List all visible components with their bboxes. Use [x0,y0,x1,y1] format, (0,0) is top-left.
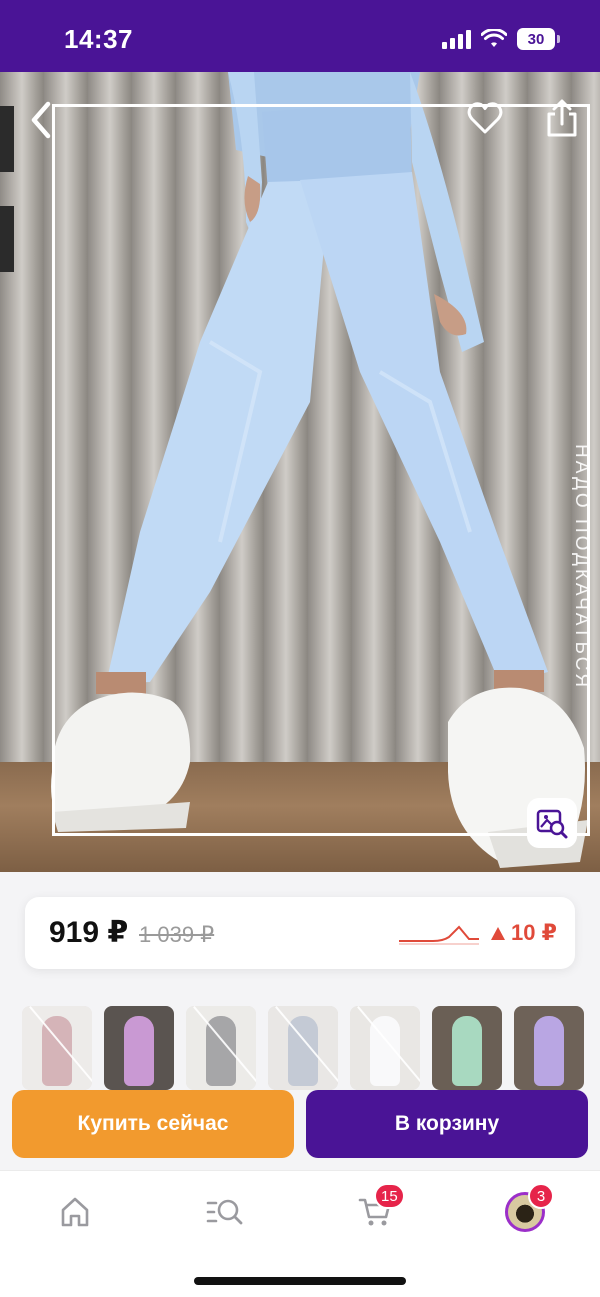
battery-level: 30 [517,28,555,50]
variant-thumbnail[interactable] [350,1006,420,1090]
status-time: 14:37 [64,24,133,54]
share-button[interactable] [544,98,580,138]
catalog-search-icon [206,1199,243,1225]
variant-thumbnail[interactable] [186,1006,256,1090]
image-search-icon [536,809,568,839]
profile-badge: 3 [528,1183,554,1209]
variant-thumbnail[interactable] [514,1006,584,1090]
product-screen: 14:37 30 НАДО ПОДКАЧАТЬСЯ 919 ₽ 1 039 ₽ … [0,0,600,1297]
back-button[interactable] [24,100,60,140]
tab-catalog[interactable] [200,1189,250,1235]
price-history-sparkline [399,925,479,945]
add-to-cart-button[interactable]: В корзину [306,1090,588,1158]
tab-profile[interactable]: 3 [500,1183,554,1235]
buy-now-button[interactable]: Купить сейчас [12,1090,294,1158]
price-card[interactable]: 919 ₽ 1 039 ₽ 10 ₽ [25,897,575,969]
product-photo[interactable]: НАДО ПОДКАЧАТЬСЯ [0,72,600,872]
status-icons: 30 [442,28,560,50]
wifi-icon [481,29,507,47]
variant-thumbnails [22,1006,600,1090]
photo-frame [52,104,590,836]
variant-thumbnail[interactable] [432,1006,502,1090]
cellular-signal-icon [442,29,471,49]
tab-cart[interactable]: 15 [350,1183,405,1235]
favorite-button[interactable] [466,100,504,136]
old-price: 1 039 ₽ [139,922,215,947]
home-icon [61,1197,89,1227]
chevron-left-icon [31,101,51,139]
variant-thumbnail[interactable] [22,1006,92,1090]
battery-icon: 30 [517,28,560,50]
price-change: 10 ₽ [491,920,557,946]
variant-thumbnail[interactable] [268,1006,338,1090]
cart-badge: 15 [374,1183,405,1209]
heart-icon [467,102,503,134]
photo-caption: НАДО ПОДКАЧАТЬСЯ [571,444,592,691]
tab-home[interactable] [50,1189,100,1235]
visual-search-button[interactable] [527,798,577,848]
price-change-value: 10 ₽ [511,920,557,945]
arrow-up-icon [491,926,505,940]
status-bar: 14:37 30 [0,0,600,72]
home-indicator [194,1277,406,1285]
current-price: 919 ₽ [49,916,129,949]
share-icon [547,99,577,137]
variant-thumbnail[interactable] [104,1006,174,1090]
